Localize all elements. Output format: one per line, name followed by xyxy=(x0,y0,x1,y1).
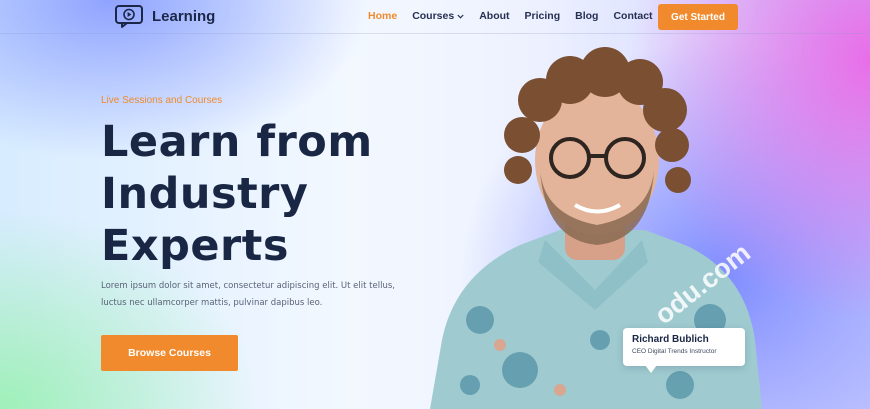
get-started-button[interactable]: Get Started xyxy=(658,4,738,30)
browse-courses-button[interactable]: Browse Courses xyxy=(101,335,238,371)
instructor-card: Richard Bublich CEO Digital Trends Instr… xyxy=(623,328,745,373)
nav-home[interactable]: Home xyxy=(368,10,397,22)
description-line-2: luctus nec ullamcorper mattis, pulvinar … xyxy=(101,298,323,308)
card-pointer xyxy=(645,365,657,373)
nav-blog[interactable]: Blog xyxy=(575,10,598,22)
video-play-chat-icon xyxy=(115,5,143,28)
hero-description: Lorem ipsum dolor sit amet, consectetur … xyxy=(101,278,411,312)
main-navigation: Home Courses About Pricing Blog Contact xyxy=(368,10,653,22)
brand-logo[interactable]: Learning xyxy=(114,4,215,28)
description-line-1: Lorem ipsum dolor sit amet, consectetur … xyxy=(101,281,395,291)
instructor-role: CEO Digital Trends Instructor xyxy=(632,348,717,355)
nav-about[interactable]: About xyxy=(479,10,509,22)
hero-headline: Learn from Industry Experts xyxy=(101,116,373,272)
nav-pricing[interactable]: Pricing xyxy=(525,10,561,22)
headline-line-3: Experts xyxy=(101,221,289,271)
hero-eyebrow: Live Sessions and Courses xyxy=(101,95,223,106)
headline-line-2: Industry xyxy=(101,169,309,219)
headline-line-1: Learn from xyxy=(101,117,373,167)
nav-contact[interactable]: Contact xyxy=(613,10,652,22)
chevron-down-icon xyxy=(457,14,464,19)
top-navbar: Learning Home Courses About Pricing Blog… xyxy=(0,0,870,34)
nav-courses[interactable]: Courses xyxy=(412,10,464,22)
nav-courses-label: Courses xyxy=(412,10,455,22)
brand-name: Learning xyxy=(152,7,216,25)
instructor-name: Richard Bublich xyxy=(632,334,709,345)
